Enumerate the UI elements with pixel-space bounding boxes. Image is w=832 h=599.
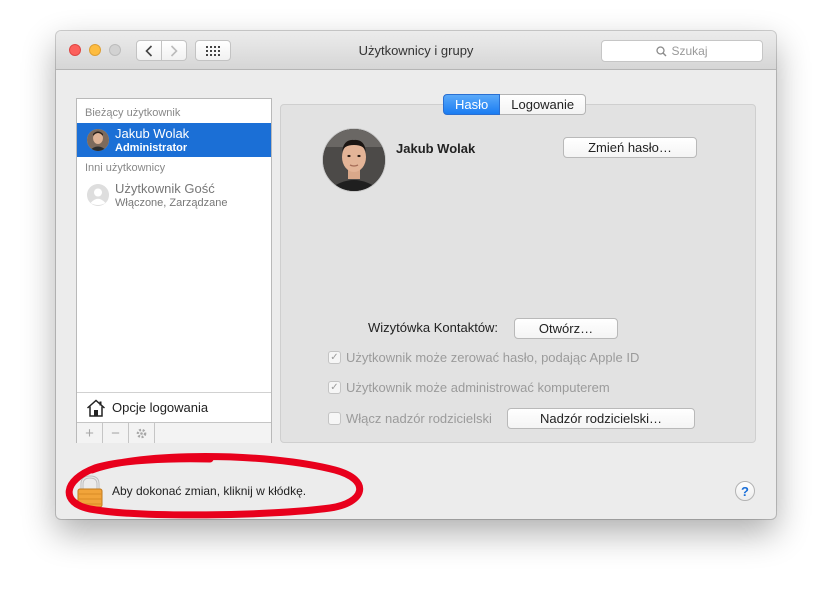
reset-password-label: Użytkownik może zerować hasło, podając A… [346, 350, 640, 365]
preferences-window: Użytkownicy i grupy Szukaj Bieżący użytk… [56, 31, 776, 519]
guest-user-status: Włączone, Zarządzane [115, 197, 228, 209]
current-user-name: Jakub Wolak [115, 126, 190, 141]
sidebar-toolbar: + − [77, 422, 271, 443]
guest-avatar [87, 184, 109, 206]
sidebar-item-guest-user[interactable]: Użytkownik Gość Włączone, Zarządzane [77, 178, 271, 212]
person-silhouette-icon [87, 184, 109, 206]
current-user-header: Bieżący użytkownik [85, 107, 181, 119]
profile-user-name: Jakub Wolak [396, 141, 476, 156]
search-icon [656, 45, 667, 56]
reset-password-checkbox[interactable]: ✓ [328, 351, 341, 364]
users-sidebar: Bieżący użytkownik Jakub Wolak Administr… [76, 98, 272, 443]
parental-controls-option[interactable]: Włącz nadzór rodzicielski [328, 411, 492, 426]
parental-controls-label: Włącz nadzór rodzicielski [346, 411, 492, 426]
lock-hint-text: Aby dokonać zmian, kliknij w kłódkę. [112, 484, 307, 498]
login-options-item[interactable]: Opcje logowania [77, 392, 271, 422]
login-options-label: Opcje logowania [112, 400, 209, 415]
administer-option[interactable]: ✓ Użytkownik może administrować komputer… [328, 380, 610, 395]
action-menu-button[interactable] [129, 423, 155, 443]
search-placeholder: Szukaj [671, 44, 708, 58]
reset-password-option[interactable]: ✓ Użytkownik może zerować hasło, podając… [328, 350, 639, 365]
open-contacts-button[interactable]: Otwórz… [514, 318, 618, 339]
lock-icon [77, 475, 103, 508]
minus-icon: − [111, 424, 120, 442]
change-password-button[interactable]: Zmień hasło… [563, 137, 697, 158]
help-button[interactable]: ? [735, 481, 755, 501]
avatar [87, 129, 109, 151]
guest-user-name: Użytkownik Gość [115, 181, 215, 196]
remove-user-button[interactable]: − [103, 423, 129, 443]
gear-icon [136, 428, 147, 438]
administer-checkbox[interactable]: ✓ [328, 381, 341, 394]
tab-password[interactable]: Hasło [443, 94, 501, 115]
tab-bar: Hasło Logowanie [443, 94, 587, 115]
search-field[interactable]: Szukaj [601, 40, 763, 62]
plus-icon: + [85, 424, 94, 442]
contacts-card-label: Wizytówka Kontaktów: [368, 320, 499, 335]
parental-controls-checkbox[interactable] [328, 412, 341, 425]
other-users-header: Inni użytkownicy [85, 162, 166, 174]
current-user-role: Administrator [115, 142, 188, 154]
user-profile-photo[interactable] [322, 128, 386, 192]
tab-login[interactable]: Logowanie [500, 94, 587, 115]
user-photo-icon [323, 129, 385, 191]
sidebar-item-current-user[interactable]: Jakub Wolak Administrator [77, 123, 271, 157]
lock-button[interactable] [75, 475, 105, 512]
administer-label: Użytkownik może administrować komputerem [346, 380, 610, 395]
parental-controls-button[interactable]: Nadzór rodzicielski… [507, 408, 695, 429]
title-bar: Użytkownicy i grupy Szukaj [56, 31, 776, 70]
house-icon [86, 398, 106, 417]
add-user-button[interactable]: + [77, 423, 103, 443]
user-photo-icon [87, 129, 109, 151]
